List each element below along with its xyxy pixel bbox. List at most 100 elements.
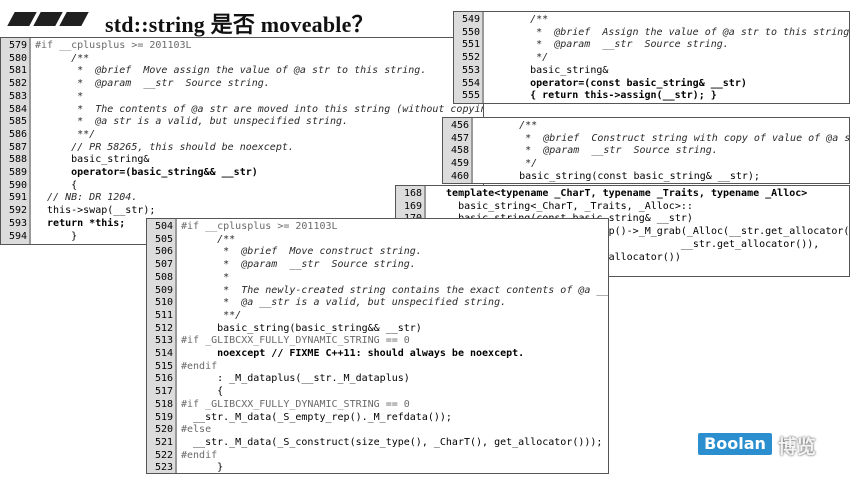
line-number: 522 — [154, 449, 173, 461]
code-line: 507 * @param __str Source string. — [147, 259, 608, 272]
code-text: { — [35, 179, 78, 191]
code-line: 580 /** — [1, 53, 483, 66]
line-number: 460 — [450, 170, 469, 182]
code-text: * @brief Move construct string. — [181, 246, 422, 258]
line-number: 585 — [8, 116, 27, 128]
code-line: 515 #endif — [147, 361, 608, 374]
code-text: * The newly-created string contains the … — [181, 284, 609, 296]
line-number: 511 — [154, 309, 173, 321]
code-line: 514 noexcept // FIXME C++11: should alwa… — [147, 348, 608, 361]
code-text: basic_string<_CharT, _Traits, _Alloc>:: — [434, 200, 693, 212]
line-number: 552 — [461, 52, 480, 64]
line-number: 593 — [8, 217, 27, 229]
code-text: : _M_dataplus(__str._M_dataplus) — [181, 373, 410, 385]
line-number: 551 — [461, 39, 480, 51]
code-panel-copy-ctor: 456 /** 457 * @brief Construct string wit… — [442, 117, 850, 184]
line-number: 459 — [450, 158, 469, 170]
header-mark — [7, 12, 37, 26]
line-number: 457 — [450, 132, 469, 144]
code-line: 555 { return this->assign(__str); } — [454, 90, 849, 103]
code-text: #if __cplusplus >= 201103L — [181, 221, 338, 232]
code-text: #else — [181, 424, 212, 436]
line-number: 458 — [450, 145, 469, 157]
code-line: 459 */ — [443, 158, 849, 171]
line-number: 582 — [8, 78, 27, 90]
line-number: 512 — [154, 322, 173, 334]
code-line: 460 basic_string(const basic_string& __s… — [443, 170, 849, 183]
line-number: 518 — [154, 398, 173, 410]
code-text: * @brief Move assign the value of @a str… — [35, 65, 427, 77]
line-number: 510 — [154, 297, 173, 309]
code-text: /** — [483, 120, 538, 131]
line-number: 521 — [154, 436, 173, 448]
header-mark — [59, 12, 89, 26]
code-line: 508 * — [147, 272, 608, 285]
line-number: 504 — [154, 221, 173, 232]
code-line: 516 : _M_dataplus(__str._M_dataplus) — [147, 373, 608, 386]
code-line: 523 } — [147, 462, 608, 474]
code-text: operator=(basic_string&& __str) — [35, 167, 258, 178]
code-text: #if __cplusplus >= 201103L — [35, 40, 192, 51]
code-text: noexcept // FIXME C++11: should always b… — [181, 348, 525, 359]
code-text: **/ — [35, 128, 96, 140]
code-text: * — [35, 90, 84, 102]
code-line: 458 * @param __str Source string. — [443, 145, 849, 158]
code-panel-move-ctor: 504 #if __cplusplus >= 201103L 505 /** 506 … — [146, 218, 609, 474]
line-number: 594 — [8, 230, 27, 242]
line-number: 555 — [461, 90, 480, 102]
code-line: 510 * @a __str is a valid, but unspecifi… — [147, 297, 608, 310]
line-number: 591 — [8, 192, 27, 204]
code-line: 589 operator=(basic_string&& __str) — [1, 167, 483, 180]
code-panel-copy-assign: 549 /** 550 * @brief Assign the value of … — [453, 11, 850, 104]
code-text: * @brief Construct string with copy of v… — [483, 132, 850, 144]
code-line: 522 #endif — [147, 450, 608, 463]
line-number: 523 — [154, 462, 173, 474]
code-text: /** — [35, 52, 90, 64]
code-text: * @param __str Source string. — [494, 39, 729, 51]
line-number: 517 — [154, 386, 173, 398]
code-text: /** — [494, 14, 549, 25]
code-line: 585 * @a str is a valid, but unspecified… — [1, 116, 483, 129]
code-text: #if _GLIBCXX_FULLY_DYNAMIC_STRING == 0 — [181, 335, 410, 347]
brand-logo: Boolan — [698, 433, 772, 455]
code-text: // NB: DR 1204. — [35, 192, 138, 204]
line-number: 514 — [154, 348, 173, 359]
code-line: 504 #if __cplusplus >= 201103L — [147, 221, 608, 234]
line-number: 509 — [154, 284, 173, 296]
code-line: 517 { — [147, 386, 608, 399]
code-line: 584 * The contents of @a str are moved i… — [1, 104, 483, 117]
code-line: 169 basic_string<_CharT, _Traits, _Alloc… — [396, 201, 849, 214]
code-line: 582 * @param __str Source string. — [1, 78, 483, 91]
code-line: 583 * — [1, 91, 483, 104]
code-line: 506 * @brief Move construct string. — [147, 246, 608, 259]
code-line: 521 __str._M_data(_S_construct(size_type… — [147, 437, 608, 450]
line-number: 520 — [154, 424, 173, 436]
code-line: 554 operator=(const basic_string& __str) — [454, 78, 849, 91]
code-text: * @param __str Source string. — [35, 78, 270, 90]
line-number: 553 — [461, 64, 480, 76]
code-text: { return this->assign(__str); } — [494, 90, 717, 102]
code-text: **/ — [181, 309, 242, 321]
line-number: 513 — [154, 335, 173, 347]
code-line: 505 /** — [147, 234, 608, 247]
line-number: 550 — [461, 26, 480, 38]
code-text: basic_string(basic_string&& __str) — [181, 322, 422, 334]
line-number: 554 — [461, 77, 480, 89]
code-text: { — [181, 386, 224, 398]
code-text: /** — [181, 233, 236, 245]
line-number: 584 — [8, 103, 27, 115]
code-text: this->swap(__str); — [35, 205, 156, 217]
line-number: 506 — [154, 246, 173, 258]
line-number: 586 — [8, 128, 27, 140]
code-text: * — [181, 271, 230, 283]
code-line: 587 // PR 58265, this should be noexcept… — [1, 142, 483, 155]
code-line: 519 __str._M_data(_S_empty_rep()._M_refd… — [147, 412, 608, 425]
slide-header-marks — [3, 12, 89, 28]
code-text: #if _GLIBCXX_FULLY_DYNAMIC_STRING == 0 — [181, 398, 410, 410]
code-text: __str._M_data(_S_construct(size_type(), … — [181, 436, 603, 448]
code-text: */ — [494, 52, 549, 64]
brand-logo-cn: 博览 — [778, 436, 817, 458]
line-number: 168 — [403, 188, 422, 199]
line-number: 507 — [154, 259, 173, 271]
line-number: 549 — [461, 14, 480, 25]
